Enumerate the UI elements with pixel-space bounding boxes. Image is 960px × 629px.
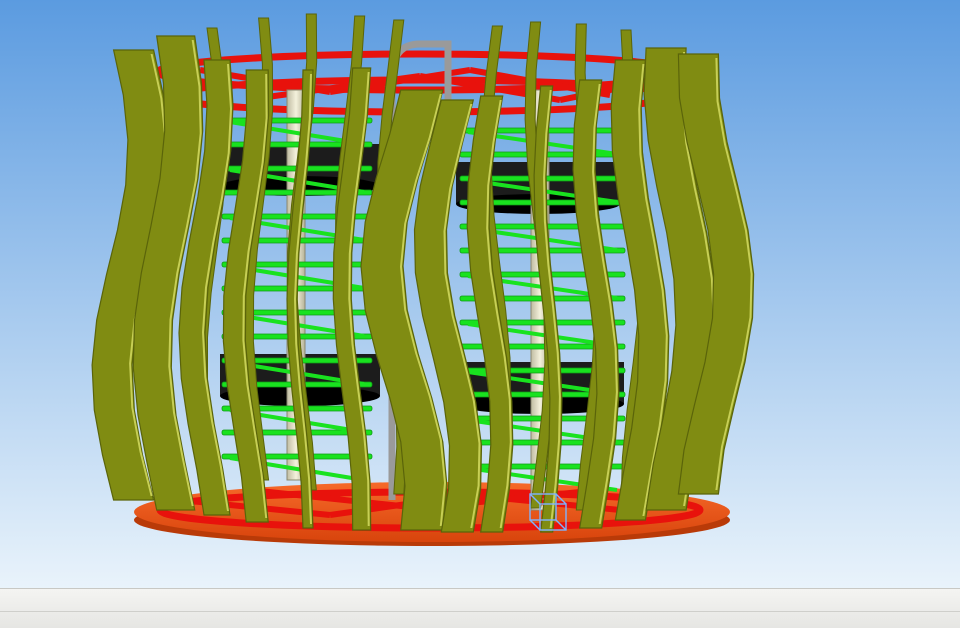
status-left-text bbox=[4, 613, 16, 629]
model-scene[interactable] bbox=[0, 0, 960, 588]
status-bar bbox=[0, 588, 960, 628]
status-divider bbox=[0, 611, 960, 612]
status-right-text bbox=[944, 613, 956, 629]
cad-viewport[interactable] bbox=[0, 0, 960, 588]
